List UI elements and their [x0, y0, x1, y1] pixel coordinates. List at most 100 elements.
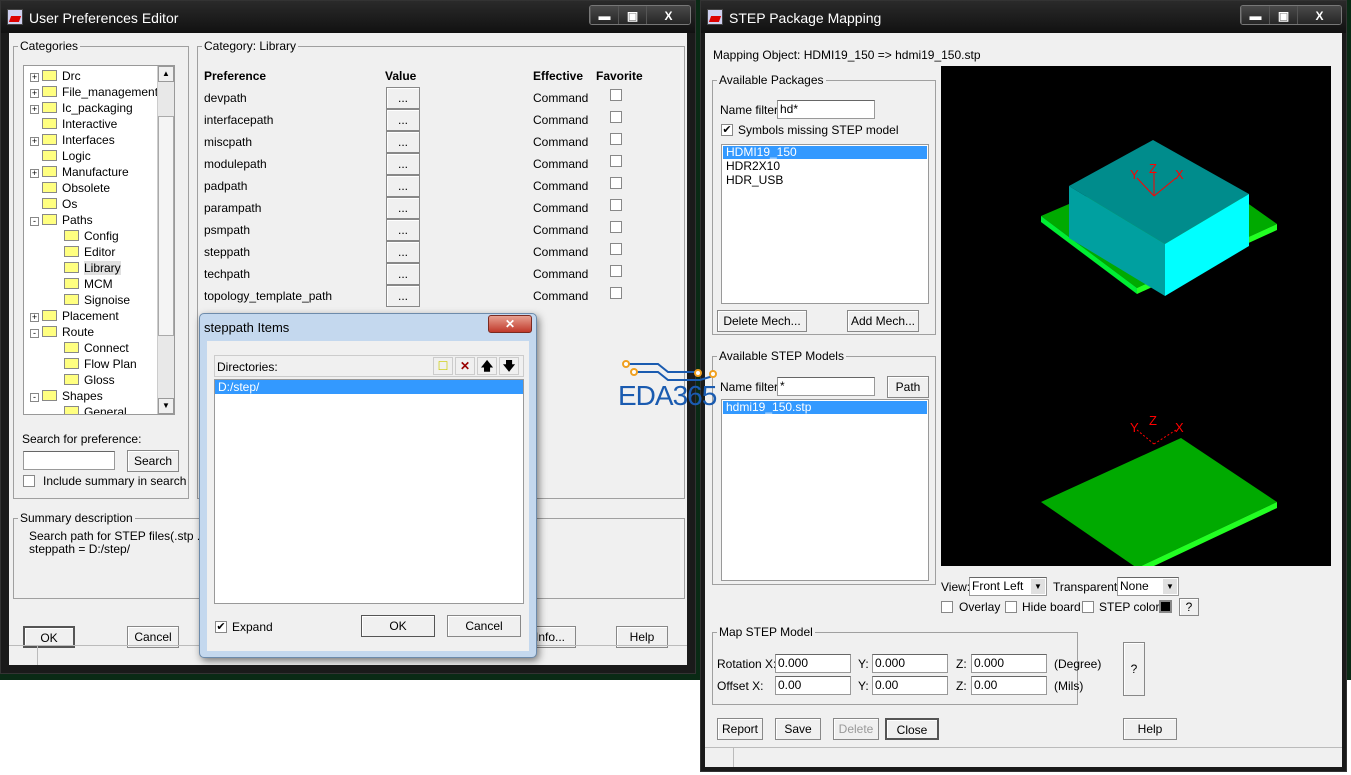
directory-item[interactable]: D:/step/	[215, 380, 523, 394]
delete-mech-button[interactable]: Delete Mech...	[717, 310, 807, 332]
tree-item[interactable]: - Route	[30, 324, 94, 340]
tree-item[interactable]: Obsolete	[30, 180, 110, 196]
move-up-icon[interactable]: 🡅	[477, 357, 497, 375]
favorite-checkbox[interactable]	[610, 221, 622, 233]
search-button[interactable]: Search	[127, 450, 179, 472]
view-select[interactable]: Front Left ▼	[969, 577, 1047, 596]
value-button[interactable]: ...	[386, 263, 420, 285]
tree-item[interactable]: + Drc	[30, 68, 81, 84]
close-dialog-button[interactable]: Close	[885, 718, 939, 740]
rotation-x-input[interactable]: 0.000	[775, 654, 851, 673]
favorite-checkbox[interactable]	[610, 111, 622, 123]
save-button[interactable]: Save	[775, 718, 821, 740]
favorite-checkbox[interactable]	[610, 265, 622, 277]
maximize-button[interactable]: ▣	[618, 6, 646, 24]
offset-y-input[interactable]: 0.00	[872, 676, 948, 695]
include-summary-checkbox[interactable]	[23, 475, 35, 487]
favorite-checkbox[interactable]	[610, 155, 622, 167]
value-button[interactable]: ...	[386, 285, 420, 307]
expand-icon[interactable]: +	[30, 89, 39, 98]
value-button[interactable]: ...	[386, 87, 420, 109]
close-button[interactable]: X	[646, 6, 690, 24]
tree-item[interactable]: Connect	[52, 340, 129, 356]
category-tree[interactable]: + Drc + File_management + Ic_packaging Interac…	[23, 65, 175, 415]
dialog-close-button[interactable]: ✕	[488, 315, 532, 333]
offset-x-input[interactable]: 0.00	[775, 676, 851, 695]
map-help-button[interactable]: ?	[1123, 642, 1145, 696]
tree-item[interactable]: MCM	[52, 276, 113, 292]
tree-item[interactable]: Gloss	[52, 372, 115, 388]
path-button[interactable]: Path	[887, 376, 929, 398]
title-bar[interactable]: STEP Package Mapping ▬ ▣ X	[701, 1, 1346, 33]
symbols-missing-checkbox[interactable]: ✔	[721, 124, 733, 136]
value-button[interactable]: ...	[386, 197, 420, 219]
favorite-checkbox[interactable]	[610, 133, 622, 145]
expand-icon[interactable]: +	[30, 137, 39, 146]
tree-item[interactable]: Os	[30, 196, 77, 212]
expand-icon[interactable]: +	[30, 105, 39, 114]
new-item-icon[interactable]: ☐	[433, 357, 453, 375]
delete-icon[interactable]: ✕	[455, 357, 475, 375]
search-input[interactable]	[23, 451, 115, 470]
value-button[interactable]: ...	[386, 109, 420, 131]
models-list[interactable]: hdmi19_150.stp	[721, 399, 929, 581]
value-button[interactable]: ...	[386, 219, 420, 241]
overlay-checkbox[interactable]	[941, 601, 953, 613]
favorite-checkbox[interactable]	[610, 243, 622, 255]
collapse-icon[interactable]: -	[30, 329, 39, 338]
tree-item[interactable]: Editor	[52, 244, 115, 260]
tree-item[interactable]: Logic	[30, 148, 91, 164]
help-question-button[interactable]: ?	[1179, 598, 1199, 616]
minimize-button[interactable]: ▬	[590, 6, 618, 24]
step-color-swatch[interactable]	[1159, 600, 1172, 613]
rotation-y-input[interactable]: 0.000	[872, 654, 948, 673]
report-button[interactable]: Report	[717, 718, 763, 740]
dialog-cancel-button[interactable]: Cancel	[447, 615, 521, 637]
value-button[interactable]: ...	[386, 175, 420, 197]
tree-item[interactable]: - Shapes	[30, 388, 103, 404]
tree-item[interactable]: Library	[52, 260, 121, 276]
directories-list[interactable]: D:/step/	[214, 379, 524, 604]
scroll-thumb[interactable]	[158, 116, 174, 336]
chevron-down-icon[interactable]: ▼	[1031, 579, 1045, 594]
title-bar[interactable]: User Preferences Editor ▬ ▣ X	[1, 1, 695, 33]
favorite-checkbox[interactable]	[610, 199, 622, 211]
package-item[interactable]: HDR_USB	[723, 174, 927, 187]
collapse-icon[interactable]: -	[30, 217, 39, 226]
tree-item[interactable]: General	[52, 404, 127, 414]
package-item[interactable]: HDR2X10	[723, 160, 927, 173]
close-button[interactable]: X	[1297, 6, 1341, 24]
hide-board-checkbox[interactable]	[1005, 601, 1017, 613]
minimize-button[interactable]: ▬	[1241, 6, 1269, 24]
expand-icon[interactable]: +	[30, 73, 39, 82]
packages-list[interactable]: HDMI19_150 HDR2X10 HDR_USB	[721, 144, 929, 304]
favorite-checkbox[interactable]	[610, 177, 622, 189]
tree-item[interactable]: Signoise	[52, 292, 130, 308]
maximize-button[interactable]: ▣	[1269, 6, 1297, 24]
move-down-icon[interactable]: 🡇	[499, 357, 519, 375]
value-button[interactable]: ...	[386, 153, 420, 175]
model-name-filter-input[interactable]: *	[777, 377, 875, 396]
pkg-name-filter-input[interactable]: hd*	[777, 100, 875, 119]
expand-icon[interactable]: +	[30, 169, 39, 178]
3d-viewer[interactable]: YZX YZX	[941, 66, 1331, 574]
scroll-up-icon[interactable]: ▲	[158, 66, 174, 82]
tree-item[interactable]: + Ic_packaging	[30, 100, 133, 116]
tree-item[interactable]: + Manufacture	[30, 164, 129, 180]
favorite-checkbox[interactable]	[610, 89, 622, 101]
tree-item[interactable]: + Placement	[30, 308, 119, 324]
step-color-checkbox[interactable]	[1082, 601, 1094, 613]
offset-z-input[interactable]: 0.00	[971, 676, 1047, 695]
tree-item[interactable]: Flow Plan	[52, 356, 137, 372]
delete-button[interactable]: Delete	[833, 718, 879, 740]
scroll-down-icon[interactable]: ▼	[158, 398, 174, 414]
value-button[interactable]: ...	[386, 131, 420, 153]
package-item[interactable]: HDMI19_150	[723, 146, 927, 159]
transparent-select[interactable]: None ▼	[1117, 577, 1179, 596]
rotation-z-input[interactable]: 0.000	[971, 654, 1047, 673]
add-mech-button[interactable]: Add Mech...	[847, 310, 919, 332]
tree-item[interactable]: + Interfaces	[30, 132, 115, 148]
tree-item[interactable]: Config	[52, 228, 119, 244]
expand-checkbox[interactable]: ✔	[215, 621, 227, 633]
tree-item[interactable]: Interactive	[30, 116, 117, 132]
